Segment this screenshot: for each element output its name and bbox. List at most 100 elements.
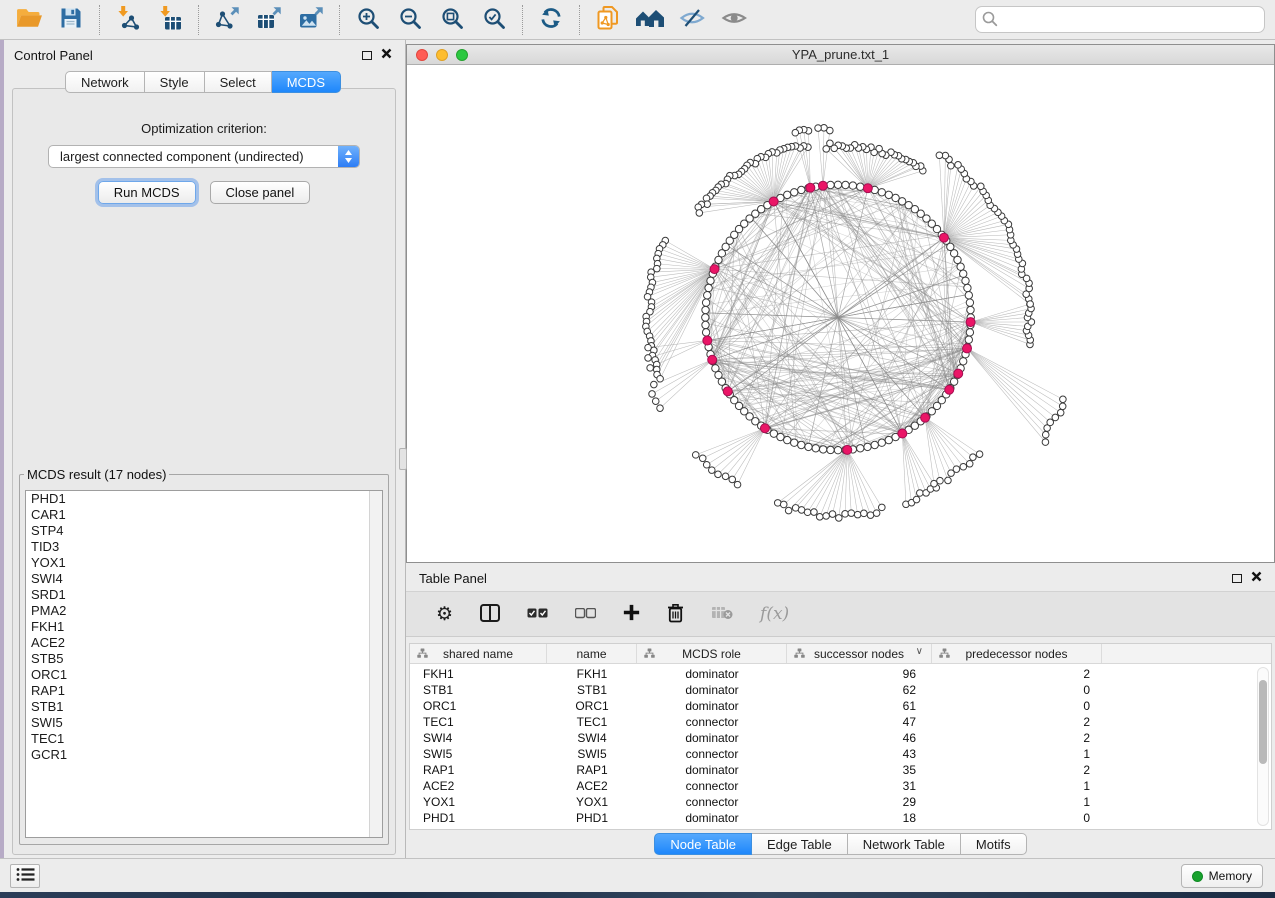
table-settings-button[interactable]: ⚙	[436, 605, 453, 624]
column-type-icon	[417, 648, 428, 662]
tab-motifs[interactable]: Motifs	[961, 833, 1027, 855]
table-row[interactable]: PHD1PHD1dominator180	[410, 810, 1271, 826]
mcds-result-list[interactable]: PHD1CAR1STP4TID3YOX1SWI4SRD1PMA2FKH1ACE2…	[25, 490, 383, 838]
mcds-result-item[interactable]: SRD1	[26, 587, 382, 603]
mcds-result-item[interactable]: SWI4	[26, 571, 382, 587]
export-table-button[interactable]	[248, 3, 290, 37]
table-scrollbar-thumb[interactable]	[1259, 680, 1267, 764]
table-cell: 61	[787, 698, 932, 714]
mcds-result-item[interactable]: ORC1	[26, 667, 382, 683]
table-cell: FKH1	[547, 666, 637, 682]
delete-table-button[interactable]	[667, 603, 684, 626]
tab-select[interactable]: Select	[205, 71, 272, 93]
tab-edge-table[interactable]: Edge Table	[752, 833, 848, 855]
column-header-successor-nodes[interactable]: successor nodes∨	[787, 644, 932, 663]
mcds-result-item[interactable]: RAP1	[26, 683, 382, 699]
save-session-button[interactable]	[50, 3, 92, 37]
table-row[interactable]: FKH1FKH1dominator962	[410, 666, 1271, 682]
import-table-button[interactable]	[149, 3, 191, 37]
export-image-button[interactable]	[290, 3, 332, 37]
mcds-result-item[interactable]: PMA2	[26, 603, 382, 619]
hide-selected-button[interactable]	[671, 3, 713, 37]
mcds-result-item[interactable]: PHD1	[26, 491, 382, 507]
close-panel-icon[interactable]	[381, 46, 392, 64]
close-panel-icon[interactable]	[1251, 569, 1262, 587]
tab-style[interactable]: Style	[145, 71, 205, 93]
table-cell: 96	[787, 666, 932, 682]
show-all-button[interactable]	[713, 3, 755, 37]
import-network-button[interactable]	[107, 3, 149, 37]
mcds-result-item[interactable]: TEC1	[26, 731, 382, 747]
table-scrollbar[interactable]	[1257, 667, 1269, 826]
export-network-button[interactable]	[206, 3, 248, 37]
table-row[interactable]: STB1STB1dominator620	[410, 682, 1271, 698]
mcds-result-item[interactable]: YOX1	[26, 555, 382, 571]
table-row[interactable]: ACE2ACE2connector311	[410, 778, 1271, 794]
tab-network[interactable]: Network	[65, 71, 145, 93]
select-all-icon	[527, 607, 548, 622]
table-row[interactable]: ORC1ORC1dominator610	[410, 698, 1271, 714]
delete-column-icon	[711, 605, 733, 623]
import-network-icon	[115, 5, 141, 34]
mcds-result-item[interactable]: TID3	[26, 539, 382, 555]
table-cell: 46	[787, 730, 932, 746]
mcds-result-item[interactable]: FKH1	[26, 619, 382, 635]
refresh-button[interactable]	[530, 3, 572, 37]
export-network-icon	[214, 5, 241, 34]
mcds-result-item[interactable]: CAR1	[26, 507, 382, 523]
mcds-result-item[interactable]: GCR1	[26, 747, 382, 763]
table-row[interactable]: SWI4SWI4dominator462	[410, 730, 1271, 746]
network-window-titlebar[interactable]: YPA_prune.txt_1	[407, 45, 1274, 65]
table-row[interactable]: SWI5SWI5connector431	[410, 746, 1271, 762]
column-header-filler	[1102, 644, 1271, 663]
tab-mcds[interactable]: MCDS	[272, 71, 341, 93]
table-row[interactable]: TEC1TEC1connector472	[410, 714, 1271, 730]
tab-network-table[interactable]: Network Table	[848, 833, 961, 855]
float-panel-icon[interactable]	[1232, 574, 1242, 583]
close-panel-button[interactable]: Close panel	[210, 181, 311, 204]
gear-icon: ⚙	[436, 605, 453, 624]
float-panel-icon[interactable]	[362, 51, 372, 60]
first-neighbors-icon[interactable]	[629, 3, 671, 37]
memory-button[interactable]: Memory	[1181, 864, 1263, 888]
table-row[interactable]: YOX1YOX1connector291	[410, 794, 1271, 810]
column-header-shared-name[interactable]: shared name	[410, 644, 547, 663]
network-canvas[interactable]	[407, 66, 1274, 562]
criterion-dropdown[interactable]: largest connected component (undirected)	[48, 145, 360, 168]
add-column-button[interactable]	[623, 604, 640, 624]
function-builder-button[interactable]: f(x)	[760, 604, 789, 624]
table-cell: STB1	[547, 682, 637, 698]
optimization-criterion-label: Optimization criterion:	[13, 121, 395, 136]
mcds-list-scrollbar[interactable]	[369, 491, 382, 837]
search-input[interactable]	[975, 6, 1265, 33]
mcds-result-item[interactable]: STP4	[26, 523, 382, 539]
zoom-in-button[interactable]	[347, 3, 389, 37]
deselect-all-icon	[575, 607, 596, 622]
column-header-predecessor-nodes[interactable]: predecessor nodes	[932, 644, 1102, 663]
run-mcds-button[interactable]: Run MCDS	[98, 181, 196, 204]
zoom-out-button[interactable]	[389, 3, 431, 37]
zoom-fit-button[interactable]	[431, 3, 473, 37]
task-history-button[interactable]	[10, 864, 40, 888]
column-header-mcds-role[interactable]: MCDS role	[637, 644, 787, 663]
column-header-name[interactable]: name	[547, 644, 637, 663]
open-file-button[interactable]	[8, 3, 50, 37]
mcds-result-item[interactable]: STB5	[26, 651, 382, 667]
table-cell: TEC1	[410, 714, 547, 730]
select-all-button[interactable]	[527, 607, 548, 622]
zoom-selected-button[interactable]	[473, 3, 515, 37]
mcds-result-item[interactable]: ACE2	[26, 635, 382, 651]
show-columns-button[interactable]	[480, 604, 500, 625]
panel-divider-grip[interactable]	[399, 448, 407, 470]
deselect-all-button[interactable]	[575, 607, 596, 622]
mcds-result-item[interactable]: SWI5	[26, 715, 382, 731]
table-cell: 2	[932, 666, 1102, 682]
mcds-result-item[interactable]: STB1	[26, 699, 382, 715]
status-bar: Memory	[0, 858, 1275, 892]
delete-column-button[interactable]	[711, 605, 733, 623]
table-row[interactable]: RAP1RAP1dominator352	[410, 762, 1271, 778]
copy-network-button[interactable]	[587, 3, 629, 37]
export-image-icon	[298, 5, 325, 34]
table-cell: 35	[787, 762, 932, 778]
tab-node-table[interactable]: Node Table	[654, 833, 752, 855]
